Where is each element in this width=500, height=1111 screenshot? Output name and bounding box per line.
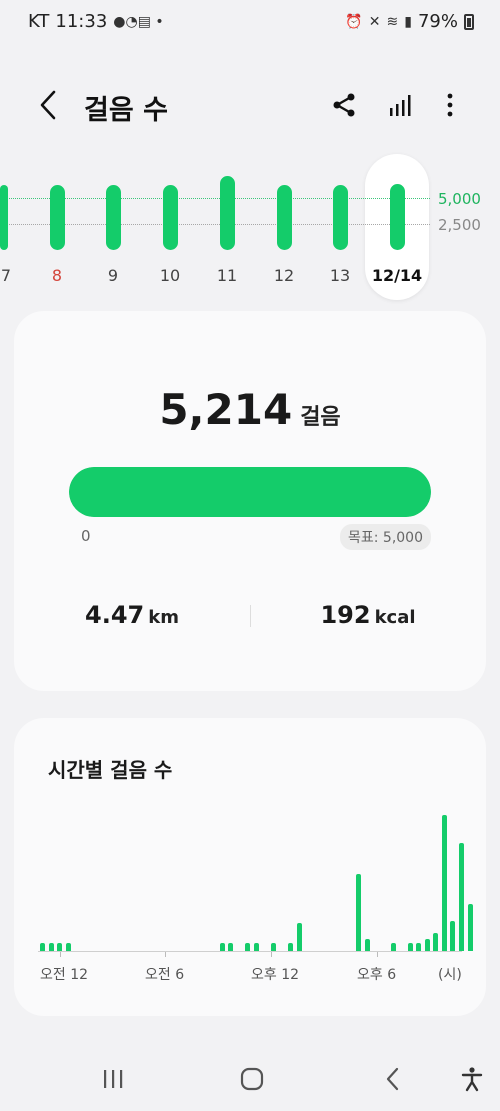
wifi-icon: ≋ [386,13,399,30]
system-nav-bar [0,1048,500,1111]
hour-axis-label: 오전 12 [40,967,89,983]
status-left: KT 11:33 ●◔▤ • [28,11,164,32]
day-label-8: 12/14 [371,266,423,285]
hour-tick [377,952,378,957]
hour-bar [245,943,250,951]
day-label-7: 13 [329,266,351,285]
status-right: ⏰ ✕ ≋ ▮ 79% [345,11,474,32]
day-bar-4[interactable] [163,185,178,250]
hour-bar [408,943,413,951]
steps-unit: 걸음 [300,405,341,430]
home-button[interactable] [232,1062,272,1096]
recents-icon [104,1070,123,1088]
recents-button[interactable] [93,1062,133,1096]
notification-icons: ●◔▤ • [113,13,164,30]
day-bar-6[interactable] [277,185,292,250]
hour-bar [442,815,447,951]
hour-bar [356,874,361,951]
day-label-2: 8 [51,266,63,285]
bar-chart-icon [390,95,411,116]
distance-metric: 4.47 km [14,601,250,629]
signal-icon: ▮ [404,13,412,30]
goal-badge[interactable]: 목표: 5,000 [339,524,431,550]
calories-unit: kcal [374,607,416,628]
goal-progress-fill [69,467,431,517]
summary-card: 5,214 걸음 0 목표: 5,000 4.47 km 192 kcal [14,311,486,691]
goal-axis-label: 5,000 [438,190,481,208]
hour-bar [468,904,473,951]
hour-axis-label: 오후 12 [251,967,300,983]
hour-axis-label: 오후 6 [357,967,397,983]
day-bar-5[interactable] [220,176,235,250]
stats-button[interactable] [382,86,418,124]
hour-bar [254,943,259,951]
hourly-steps-card[interactable]: 시간별 걸음 수 오전 12 오전 6 오후 12 오후 6 (시) [14,718,486,1016]
weekly-steps-chart[interactable]: 5,000 2,500 7 8 9 10 11 12 13 12/14 [0,150,500,310]
progress-min-label: 0 [81,527,91,545]
hour-bar [391,943,396,951]
day-label-5: 11 [216,266,238,285]
calories-metric: 192 kcal [250,601,486,629]
share-icon [333,93,355,117]
day-bar-7[interactable] [333,185,348,250]
hour-bar [425,939,430,951]
day-bar-2[interactable] [50,185,65,250]
accessibility-button[interactable] [452,1062,492,1096]
carrier-label: KT [28,11,50,32]
half-goal-axis-label: 2,500 [438,216,481,234]
hour-bar [228,943,233,951]
hour-bar [40,943,45,951]
hour-bar [57,943,62,951]
goal-progress-bar [69,467,431,517]
chevron-left-icon [40,90,56,120]
day-label-3: 9 [107,266,119,285]
page-title: 걸음 수 [84,95,168,126]
hour-tick [271,952,272,957]
hour-axis-label: (시) [438,967,462,983]
hour-axis-label: 오전 6 [145,967,185,983]
day-label-6: 12 [273,266,295,285]
app-header: 걸음 수 [0,72,500,138]
steps-value: 5,214 [159,385,293,434]
clock: 11:33 [55,11,108,32]
mute-icon: ✕ [368,13,381,30]
day-bar-1[interactable] [0,185,8,250]
back-icon [386,1067,399,1091]
day-bar-8[interactable] [390,184,405,250]
hour-bar [433,933,438,951]
home-icon [240,1067,264,1091]
accessibility-icon [461,1067,483,1092]
status-bar: KT 11:33 ●◔▤ • ⏰ ✕ ≋ ▮ 79% [0,0,500,46]
nav-back-button[interactable] [373,1062,413,1096]
share-button[interactable] [326,86,362,124]
hour-bar [459,843,464,951]
back-button[interactable] [34,86,64,124]
day-label-1: 7 [0,266,12,285]
hour-tick [165,952,166,957]
hour-bar [365,939,370,951]
hour-bar [288,943,293,951]
day-bar-3[interactable] [106,185,121,250]
more-options-button[interactable] [432,86,468,124]
hour-bar [271,943,276,951]
distance-unit: km [148,607,179,628]
hour-bar [297,923,302,951]
battery-percent: 79% [417,11,458,32]
hourly-baseline [38,951,462,952]
hour-tick [60,952,61,957]
distance-value: 4.47 [85,601,145,629]
battery-icon [464,13,474,30]
hourly-steps-chart: 오전 12 오전 6 오후 12 오후 6 (시) [14,718,486,1016]
hour-bar [66,943,71,951]
hour-bar [49,943,54,951]
calories-value: 192 [320,601,371,629]
alarm-icon: ⏰ [345,13,363,30]
metrics-row: 4.47 km 192 kcal [14,601,486,641]
more-vertical-icon [447,93,453,117]
hour-bar [220,943,225,951]
hour-bar [450,921,455,951]
steps-total: 5,214 걸음 [14,385,486,434]
hour-bar [416,943,421,951]
day-label-4: 10 [159,266,181,285]
